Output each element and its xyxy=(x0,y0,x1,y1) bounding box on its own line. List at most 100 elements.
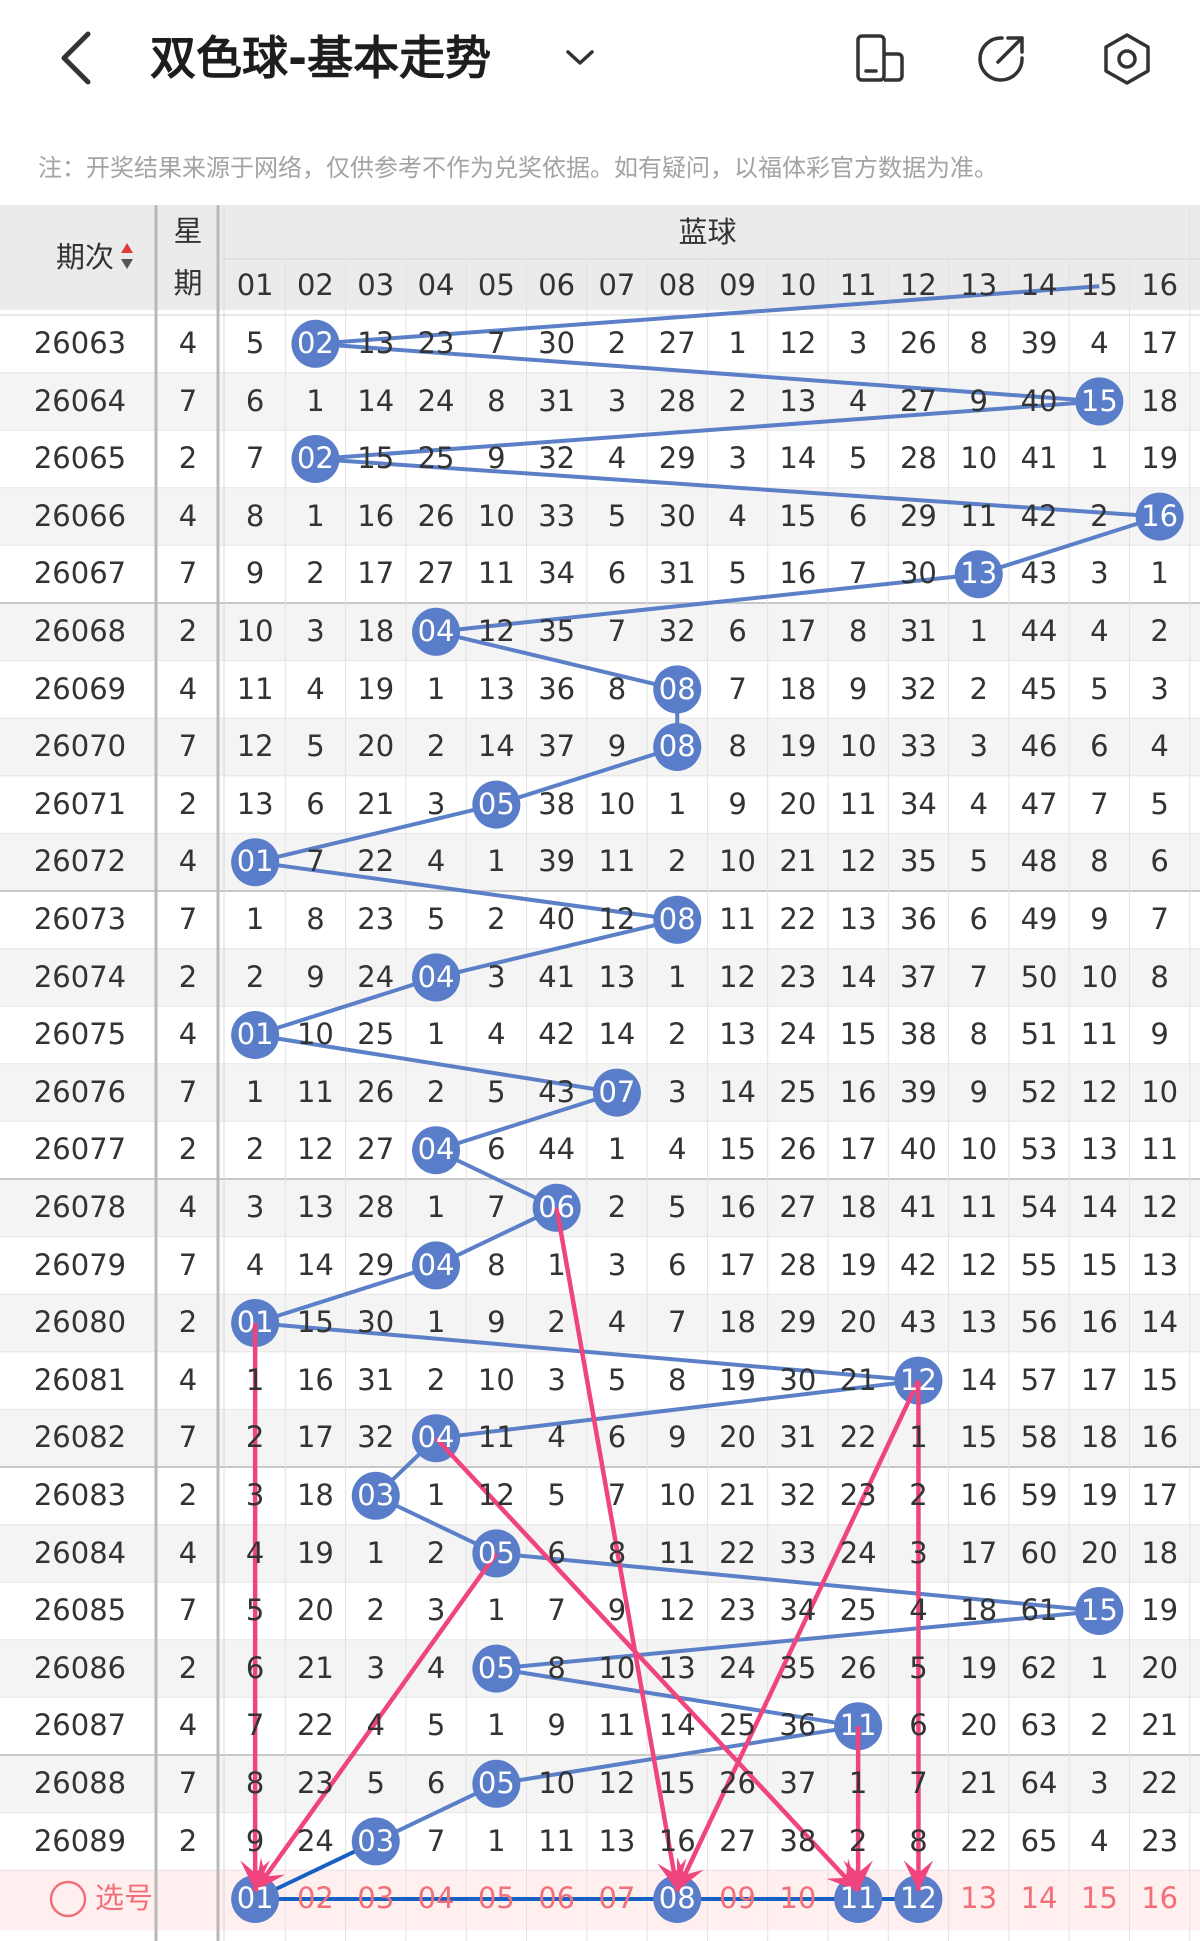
omission-count: 33 xyxy=(779,1535,817,1570)
omission-count: 8 xyxy=(1090,844,1109,879)
omission-count: 13 xyxy=(296,1190,334,1224)
omission-count: 2 xyxy=(607,326,627,360)
omission-count: 30 xyxy=(357,1305,395,1340)
select-number-04[interactable]: 04 xyxy=(406,1870,466,1927)
omission-count: 2 xyxy=(245,959,265,994)
omission-count: 11 xyxy=(1141,1132,1179,1167)
chevron-down-icon[interactable] xyxy=(562,42,598,72)
select-number-12[interactable]: 12 xyxy=(888,1870,948,1927)
omission-count: 5 xyxy=(728,556,747,591)
omission-count: 10 xyxy=(960,1132,998,1167)
omission-count: 2 xyxy=(1150,614,1169,648)
omission-count: 1 xyxy=(487,1708,506,1743)
row-issue-number: 26085 xyxy=(33,1593,127,1628)
select-number-10[interactable]: 10 xyxy=(768,1870,828,1927)
select-number-05[interactable]: 05 xyxy=(466,1870,526,1927)
row-issue-number: 26084 xyxy=(33,1535,127,1570)
settings-icon[interactable] xyxy=(1098,30,1156,88)
omission-count: 2 xyxy=(668,1017,687,1052)
omission-count: 44 xyxy=(1020,614,1058,648)
select-number-16[interactable]: 16 xyxy=(1130,1870,1190,1927)
select-number-14[interactable]: 14 xyxy=(1009,1870,1069,1927)
omission-count: 1 xyxy=(426,671,446,706)
omission-count: 1 xyxy=(1150,556,1169,591)
omission-count: 15 xyxy=(658,1766,696,1800)
omission-count: 26 xyxy=(779,1132,817,1167)
omission-count: 6 xyxy=(909,1708,928,1743)
hit-ball-number: 05 xyxy=(477,1535,515,1570)
omission-count: 9 xyxy=(487,441,506,476)
omission-count: 13 xyxy=(658,1650,696,1685)
omission-count: 13 xyxy=(960,1305,998,1340)
page-title[interactable]: 双色球-基本走势 xyxy=(150,26,491,90)
omission-count: 4 xyxy=(426,1650,446,1685)
omission-count: 19 xyxy=(779,729,817,764)
omission-count: 5 xyxy=(426,902,446,936)
select-number-07[interactable]: 07 xyxy=(587,1870,647,1927)
omission-count: 9 xyxy=(668,1420,687,1455)
omission-count: 10 xyxy=(296,1017,334,1052)
omission-count: 19 xyxy=(1141,441,1179,476)
omission-count: 23 xyxy=(1141,1823,1179,1858)
omission-count: 41 xyxy=(899,1190,937,1224)
omission-count: 1 xyxy=(728,326,747,360)
omission-count: 19 xyxy=(1141,1593,1179,1628)
omission-count: 5 xyxy=(426,1708,446,1743)
column-number-11: 11 xyxy=(839,268,877,302)
omission-count: 1 xyxy=(245,1074,265,1109)
row-weekday: 4 xyxy=(178,671,198,706)
select-number-11[interactable]: 11 xyxy=(828,1870,888,1927)
omission-count: 2 xyxy=(245,1420,265,1455)
omission-count: 6 xyxy=(547,1535,566,1570)
column-header-blue-ball: 蓝球 xyxy=(678,215,737,249)
omission-count: 23 xyxy=(839,1478,877,1512)
row-issue-number: 26074 xyxy=(33,959,127,994)
omission-count: 15 xyxy=(960,1420,998,1455)
share-icon[interactable] xyxy=(972,30,1030,88)
select-number-03[interactable]: 03 xyxy=(346,1870,406,1927)
select-number-01[interactable]: 01 xyxy=(225,1870,285,1927)
select-number-08[interactable]: 08 xyxy=(647,1870,707,1927)
select-number-06[interactable]: 06 xyxy=(527,1870,587,1927)
select-number-15[interactable]: 15 xyxy=(1069,1870,1129,1927)
omission-count: 6 xyxy=(306,786,325,821)
omission-count: 21 xyxy=(296,1650,334,1685)
row-weekday: 4 xyxy=(178,844,198,879)
omission-count: 7 xyxy=(969,959,988,994)
column-header-issue[interactable]: 期次 xyxy=(20,205,150,274)
omission-count: 25 xyxy=(417,441,455,476)
omission-count: 28 xyxy=(899,441,937,476)
omission-count: 7 xyxy=(1090,786,1109,821)
omission-count: 4 xyxy=(848,383,868,418)
omission-count: 3 xyxy=(1090,1766,1109,1800)
omission-count: 23 xyxy=(719,1593,756,1628)
hit-ball-number: 15 xyxy=(1080,1593,1118,1628)
omission-count: 49 xyxy=(1020,902,1058,936)
omission-count: 9 xyxy=(969,383,988,418)
row-issue-number: 26063 xyxy=(33,326,127,360)
select-number-09[interactable]: 09 xyxy=(707,1870,767,1927)
omission-count: 65 xyxy=(1020,1823,1058,1858)
back-arrow-icon[interactable] xyxy=(52,28,102,88)
omission-count: 21 xyxy=(960,1766,998,1800)
omission-count: 1 xyxy=(668,786,687,821)
omission-count: 14 xyxy=(719,1074,756,1109)
omission-count: 27 xyxy=(417,556,455,591)
row-weekday: 7 xyxy=(178,383,198,418)
rotate-screen-icon[interactable] xyxy=(850,30,908,88)
omission-count: 3 xyxy=(306,614,325,648)
omission-count: 31 xyxy=(899,614,937,648)
hit-ball-number: 05 xyxy=(477,1766,515,1800)
selection-label[interactable]: 选号 xyxy=(95,1870,175,1927)
omission-count: 8 xyxy=(728,729,747,764)
omission-count: 9 xyxy=(1090,902,1109,936)
omission-count: 8 xyxy=(547,1650,566,1685)
select-number-13[interactable]: 13 xyxy=(949,1870,1009,1927)
omission-count: 29 xyxy=(899,498,937,533)
omission-count: 5 xyxy=(607,1362,627,1397)
row-issue-number: 26082 xyxy=(33,1420,127,1455)
omission-count: 12 xyxy=(1141,1190,1179,1224)
omission-count: 9 xyxy=(969,1074,988,1109)
select-number-02[interactable]: 02 xyxy=(285,1870,345,1927)
omission-count: 20 xyxy=(357,729,395,764)
